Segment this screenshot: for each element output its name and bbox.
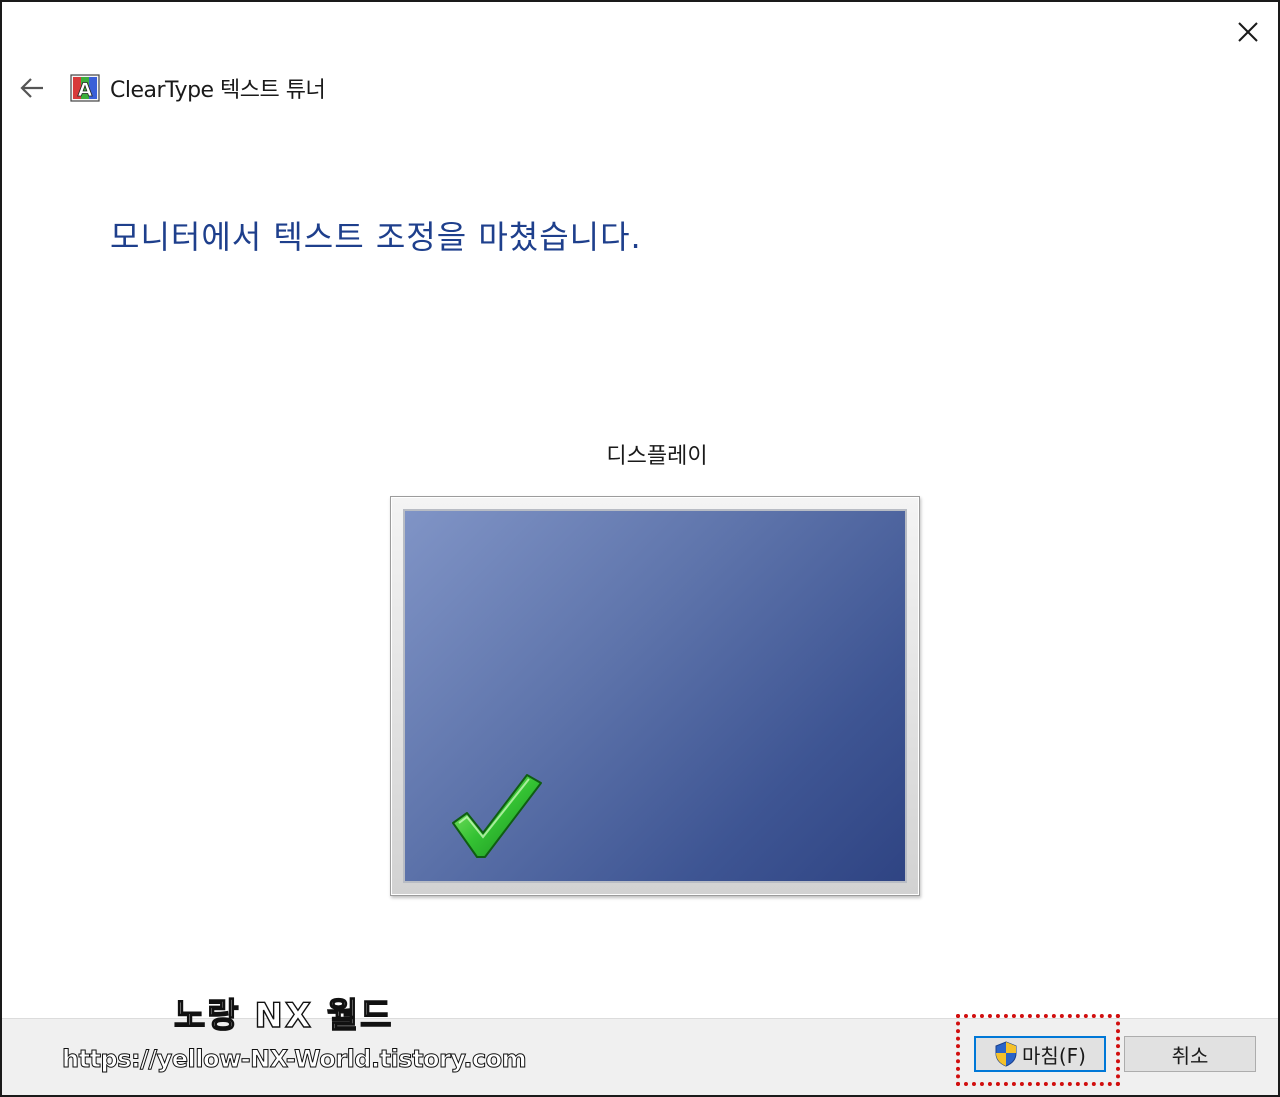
close-button[interactable] [1230,14,1266,50]
back-arrow-icon [20,78,43,98]
monitor-screen [403,509,907,883]
watermark-title: 노랑 NX 월드 [173,995,394,1036]
cancel-button-label: 취소 [1171,1043,1209,1068]
finish-button-label: 마침(F) [1022,1043,1086,1068]
monitor-icon [390,496,920,896]
display-label: 디스플레이 [606,444,708,469]
cleartype-tuner-window: A ClearType 텍스트 튜너 모니터에서 텍스트 조정을 마쳤습니다. … [0,0,1280,1097]
cancel-button[interactable]: 취소 [1124,1036,1256,1072]
checkmark-icon [452,774,542,858]
cleartype-icon: A [70,74,100,102]
svg-text:A: A [78,79,93,101]
page-heading: 모니터에서 텍스트 조정을 마쳤습니다. [110,218,642,256]
back-button[interactable] [14,70,50,106]
close-icon [1238,22,1258,42]
finish-button[interactable]: 마침(F) [974,1036,1106,1072]
uac-shield-icon [995,1041,1017,1067]
window-title: ClearType 텍스트 튜너 [110,78,326,103]
watermark-url: https://yellow-NX-World.tistory.com [61,1045,527,1074]
